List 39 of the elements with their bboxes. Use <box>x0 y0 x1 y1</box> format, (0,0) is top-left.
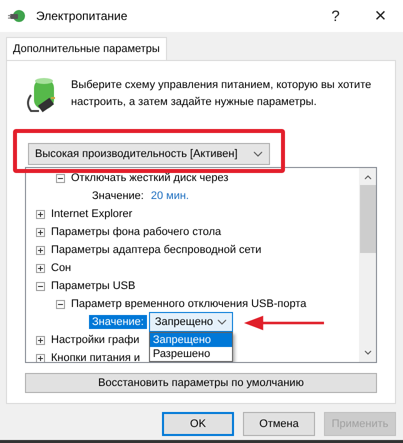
value-dropdown[interactable]: Запрещено <box>148 312 233 332</box>
plan-dropdown[interactable]: Высокая производительность [Активен] <box>28 143 270 165</box>
dropdown-option[interactable]: Разрешено <box>150 347 232 361</box>
description-text: Выберите схему управления питанием, которую вы хотите настроить, а затем задайте нужные параметры. <box>71 78 372 110</box>
tree-item[interactable]: Параметр временного отключения USB-порта <box>71 298 306 310</box>
help-button[interactable]: ? <box>313 0 358 32</box>
value-label: Значение: <box>89 315 147 329</box>
value-text: 20 мин. <box>150 190 189 202</box>
scroll-up-icon[interactable] <box>364 175 372 180</box>
plus-box-icon[interactable] <box>36 246 45 254</box>
dialog-button[interactable]: Отмена <box>243 412 315 436</box>
minus-box-icon[interactable] <box>56 300 65 308</box>
tree-item[interactable]: Сон <box>51 262 72 274</box>
tab[interactable]: Дополнительные параметры <box>6 37 167 61</box>
plus-box-icon[interactable] <box>36 210 45 218</box>
plus-box-icon[interactable] <box>36 264 45 272</box>
tree-item[interactable]: Кнопки питания и <box>51 352 140 362</box>
plus-box-icon[interactable] <box>36 228 45 236</box>
minus-box-icon[interactable] <box>56 174 65 182</box>
plus-box-icon[interactable] <box>36 336 45 344</box>
tree-item[interactable]: Параметры адаптера беспроводной сети <box>51 244 262 256</box>
dialog-button[interactable]: OK <box>162 412 234 436</box>
plus-box-icon[interactable] <box>36 354 45 362</box>
chevron-down-icon <box>216 319 227 325</box>
minus-box-icon[interactable] <box>36 282 45 290</box>
value-label: Значение: <box>91 189 145 203</box>
close-button[interactable]: × <box>358 0 403 32</box>
tree-item[interactable]: Настройки графи <box>51 334 140 346</box>
restore-defaults-button[interactable]: Восстановить параметры по умолчанию <box>25 373 377 393</box>
tree-item[interactable]: Параметры фона рабочего стола <box>51 226 222 238</box>
chevron-down-icon <box>253 151 263 157</box>
tree-item[interactable]: Internet Explorer <box>51 208 132 220</box>
scroll-down-icon[interactable] <box>364 350 372 355</box>
power-plug-icon <box>8 8 28 24</box>
dropdown-option[interactable]: Запрещено <box>150 333 232 347</box>
tree-item[interactable]: Отключать жесткий диск через <box>71 172 228 184</box>
window-title: Электропитание <box>36 9 128 23</box>
tree-item[interactable]: Параметры USB <box>51 280 136 292</box>
scrollbar-thumb[interactable] <box>360 185 376 253</box>
